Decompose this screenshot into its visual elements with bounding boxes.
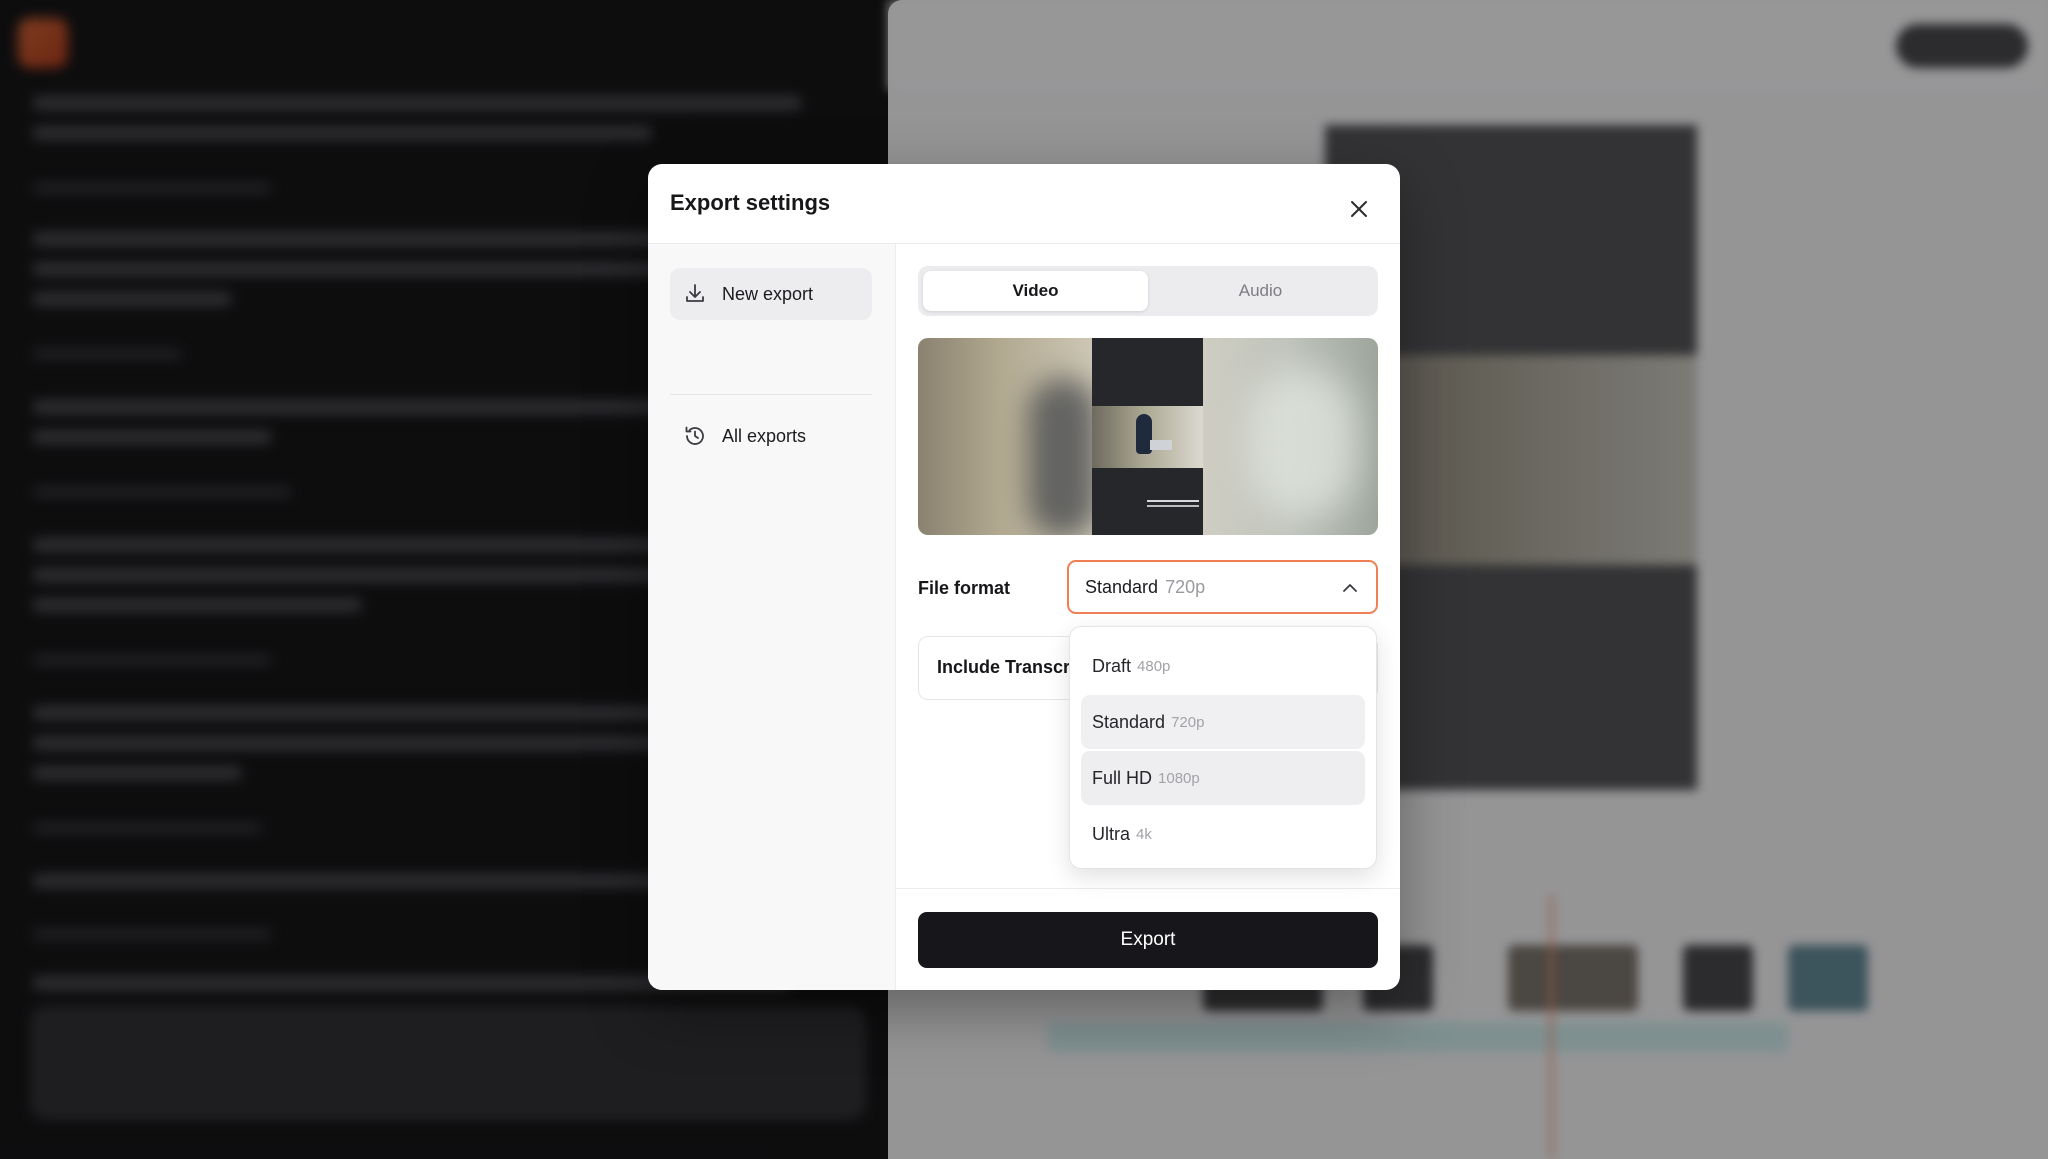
tab-video[interactable]: Video <box>923 271 1148 311</box>
sidebar-divider <box>670 394 872 395</box>
option-resolution: 480p <box>1137 657 1171 675</box>
option-name: Ultra <box>1092 823 1131 844</box>
modal-title: Export settings <box>670 190 831 215</box>
video-preview <box>918 338 1378 535</box>
sidebar-item-new-export[interactable]: New export <box>670 268 872 320</box>
format-tabs: Video Audio <box>918 266 1378 316</box>
export-button[interactable]: Export <box>918 912 1378 968</box>
tab-audio[interactable]: Audio <box>1148 271 1373 311</box>
sidebar-item-label: New export <box>722 283 814 304</box>
selected-format-resolution: 720p <box>1165 576 1206 597</box>
file-format-dropdown: Draft 480p Standard 720p Full HD 1080p U… <box>1069 626 1377 869</box>
option-name: Draft <box>1092 655 1132 676</box>
download-icon <box>682 281 708 307</box>
option-name: Full HD <box>1092 767 1153 788</box>
sidebar-item-all-exports[interactable]: All exports <box>670 410 872 462</box>
file-format-label: File format <box>918 578 1011 598</box>
selected-format-name: Standard <box>1085 576 1159 597</box>
option-resolution: 1080p <box>1158 769 1200 787</box>
export-content: Video Audio File format Standard 720p In… <box>896 244 1400 990</box>
option-resolution: 4k <box>1136 825 1152 843</box>
format-option-ultra[interactable]: Ultra 4k <box>1081 807 1365 861</box>
modal-header: Export settings <box>648 164 1400 244</box>
option-resolution: 720p <box>1171 713 1205 731</box>
footer-divider <box>896 888 1400 889</box>
option-name: Standard <box>1092 711 1166 732</box>
include-transcript-label: Include Transcri <box>937 657 1076 677</box>
close-button[interactable] <box>1344 194 1374 224</box>
file-format-select[interactable]: Standard 720p <box>1067 560 1378 614</box>
close-icon <box>1351 201 1367 217</box>
format-option-draft[interactable]: Draft 480p <box>1081 639 1365 693</box>
preview-frame <box>1092 338 1203 535</box>
history-icon <box>682 423 708 449</box>
export-sidebar: New export All exports <box>648 244 896 990</box>
chevron-up-icon <box>1343 584 1357 592</box>
sidebar-item-label: All exports <box>722 425 807 446</box>
format-option-standard[interactable]: Standard 720p <box>1081 695 1365 749</box>
format-option-full-hd[interactable]: Full HD 1080p <box>1081 751 1365 805</box>
